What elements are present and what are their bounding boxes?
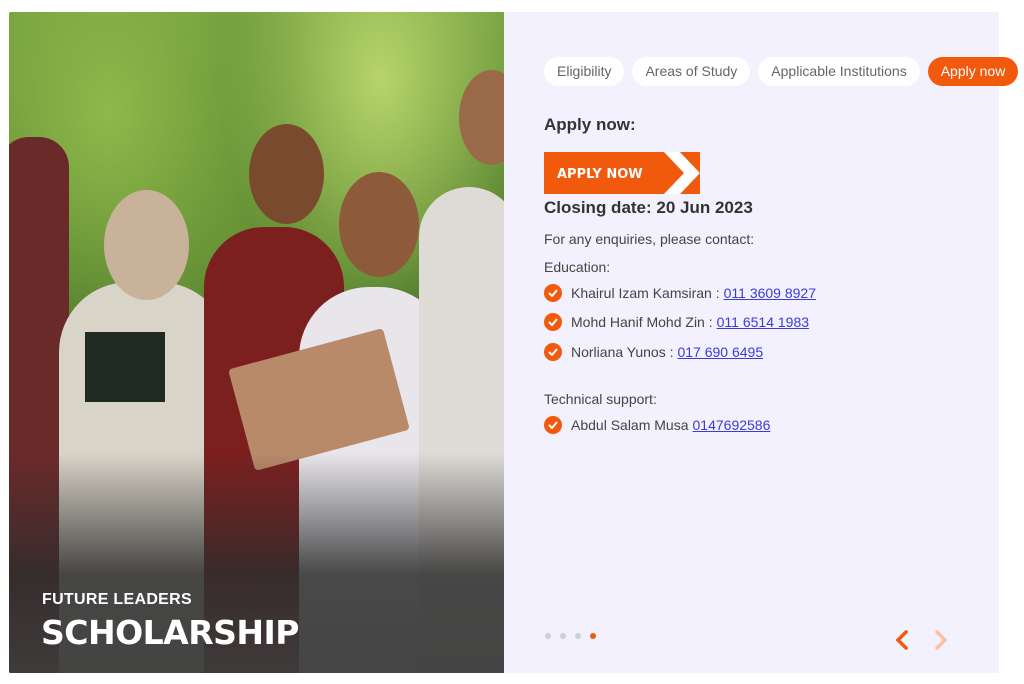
hero-title: SCHOLARSHIP: [41, 613, 299, 652]
tab-applicable-institutions[interactable]: Applicable Institutions: [758, 57, 920, 86]
contact-name: Khairul Izam Kamsiran :: [571, 285, 720, 301]
contact-phone-link[interactable]: 011 3609 8927: [724, 285, 816, 301]
enquiry-text: For any enquiries, please contact:: [544, 231, 755, 247]
contact-item: Mohd Hanif Mohd Zin : 011 6514 1983: [544, 313, 809, 331]
check-icon: [544, 284, 562, 302]
carousel-dot-active[interactable]: [590, 633, 596, 639]
tab-bar: Eligibility Areas of Study Applicable In…: [544, 57, 1019, 86]
apply-now-button-label: APPLY NOW: [557, 167, 643, 182]
carousel-dots: [545, 633, 596, 639]
contact-item: Norliana Yunos : 017 690 6495: [544, 343, 763, 361]
book: [85, 332, 165, 402]
carousel-dot[interactable]: [545, 633, 551, 639]
education-label: Education:: [544, 259, 611, 275]
next-arrow-icon[interactable]: [931, 627, 951, 653]
contact-item: Khairul Izam Kamsiran : 011 3609 8927: [544, 284, 816, 302]
contact-phone-link[interactable]: 017 690 6495: [677, 344, 763, 360]
student-head-5: [459, 70, 504, 165]
hero-subtitle: FUTURE LEADERS: [42, 591, 192, 608]
contact-name: Mohd Hanif Mohd Zin :: [571, 314, 713, 330]
carousel-dot[interactable]: [575, 633, 581, 639]
closing-date: Closing date: 20 Jun 2023: [544, 198, 753, 217]
tab-eligibility[interactable]: Eligibility: [544, 57, 625, 86]
prev-arrow-icon[interactable]: [892, 627, 912, 653]
hero-photo: FUTURE LEADERS SCHOLARSHIP: [9, 12, 504, 673]
check-icon: [544, 416, 562, 434]
contact-item: Abdul Salam Musa 0147692586: [544, 416, 770, 434]
carousel-dot[interactable]: [560, 633, 566, 639]
contact-name: Norliana Yunos :: [571, 344, 674, 360]
check-icon: [544, 313, 562, 331]
contact-name: Abdul Salam Musa: [571, 417, 689, 433]
technical-support-label: Technical support:: [544, 391, 657, 407]
student-head-4: [339, 172, 419, 277]
contact-phone-link[interactable]: 0147692586: [693, 417, 771, 433]
student-head-2: [104, 190, 189, 300]
check-icon: [544, 343, 562, 361]
tab-apply-now[interactable]: Apply now: [927, 57, 1019, 86]
student-head-3: [249, 124, 324, 224]
contact-phone-link[interactable]: 011 6514 1983: [717, 314, 809, 330]
tab-areas-of-study[interactable]: Areas of Study: [632, 57, 751, 86]
apply-heading: Apply now:: [544, 115, 636, 134]
apply-now-button[interactable]: APPLY NOW: [544, 152, 700, 194]
